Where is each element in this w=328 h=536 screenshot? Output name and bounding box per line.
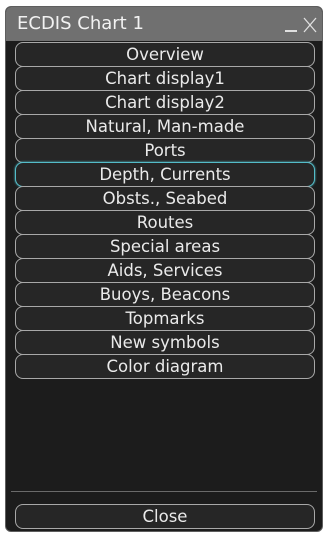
routes-button[interactable]: Routes: [15, 210, 315, 235]
special-areas-button[interactable]: Special areas: [15, 234, 315, 259]
new-symbols-button[interactable]: New symbols: [15, 330, 315, 355]
menu-divider: [11, 491, 317, 492]
chart-display2-button[interactable]: Chart display2: [15, 90, 315, 115]
chart-display1-button[interactable]: Chart display1: [15, 66, 315, 91]
overview-button[interactable]: Overview: [15, 42, 315, 67]
ports-button[interactable]: Ports: [15, 138, 315, 163]
obsts-seabed-button[interactable]: Obsts., Seabed: [15, 186, 315, 211]
ecdis-chart-window: ECDIS Chart 1 Overview Chart display1 Ch…: [5, 6, 323, 532]
buoys-beacons-button[interactable]: Buoys, Beacons: [15, 282, 315, 307]
depth-currents-button[interactable]: Depth, Currents: [15, 162, 315, 187]
close-icon[interactable]: [303, 17, 317, 33]
aids-services-button[interactable]: Aids, Services: [15, 258, 315, 283]
close-button[interactable]: Close: [15, 504, 315, 529]
title-bar[interactable]: ECDIS Chart 1: [6, 7, 322, 41]
window-controls: [285, 15, 317, 33]
window-title: ECDIS Chart 1: [17, 13, 144, 34]
color-diagram-button[interactable]: Color diagram: [15, 354, 315, 379]
topmarks-button[interactable]: Topmarks: [15, 306, 315, 331]
natural-man-made-button[interactable]: Natural, Man-made: [15, 114, 315, 139]
minimize-icon[interactable]: [285, 30, 297, 32]
